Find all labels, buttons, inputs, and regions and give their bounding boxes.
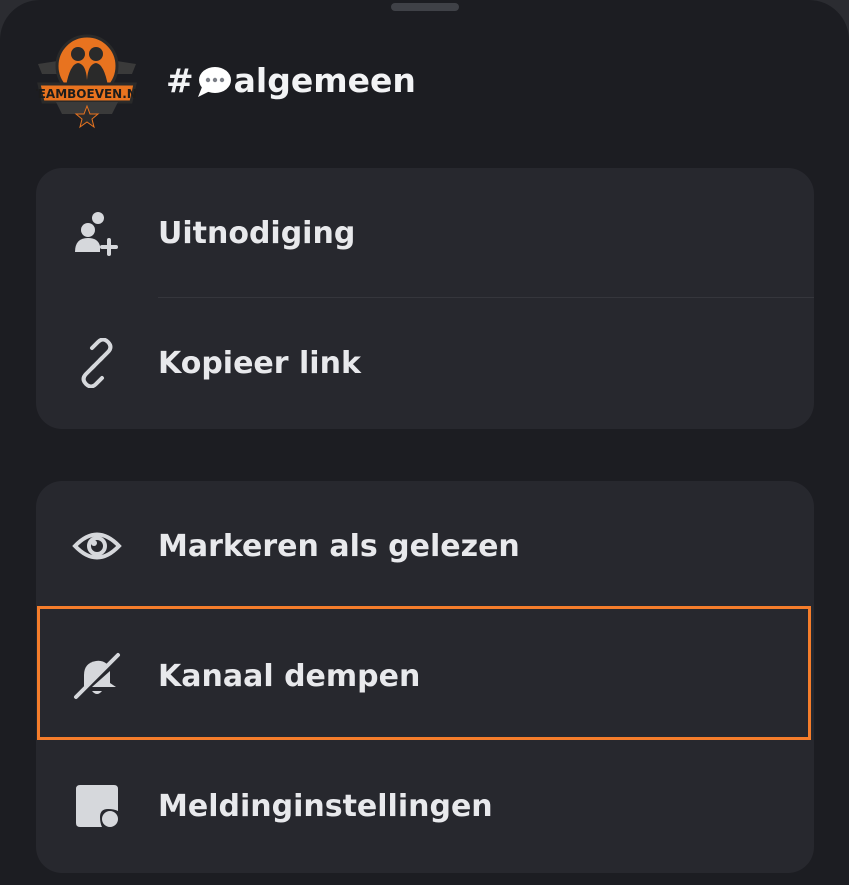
bottom-sheet: TEAMBOEVEN.NL # algemeen [0, 0, 849, 885]
svg-text:TEAMBOEVEN.NL: TEAMBOEVEN.NL [36, 87, 138, 101]
mute-channel-label: Kanaal dempen [158, 658, 421, 694]
bell-slash-icon [72, 651, 122, 701]
speech-bubble-icon [196, 65, 232, 99]
invite-label: Uitnodiging [158, 215, 356, 251]
add-friend-icon [72, 208, 122, 258]
invite-actions-group: Uitnodiging Kopieer link [36, 168, 814, 429]
copy-link-button[interactable]: Kopieer link [36, 298, 814, 428]
drag-handle[interactable] [391, 3, 459, 11]
channel-actions-group: Markeren als gelezen Kanaal dempen Meldi… [36, 481, 814, 873]
sheet-header: TEAMBOEVEN.NL # algemeen [30, 30, 416, 130]
channel-prefix: # [166, 60, 194, 100]
notification-settings-button[interactable]: Meldinginstellingen [36, 741, 814, 871]
channel-title: # algemeen [166, 61, 416, 100]
mute-channel-button[interactable]: Kanaal dempen [36, 611, 814, 741]
mark-as-read-button[interactable]: Markeren als gelezen [36, 481, 814, 611]
notification-settings-icon [72, 781, 122, 831]
notification-settings-label: Meldinginstellingen [158, 788, 493, 824]
channel-name: algemeen [233, 60, 416, 100]
server-logo: TEAMBOEVEN.NL [30, 30, 145, 130]
copy-link-label: Kopieer link [158, 345, 361, 381]
mark-as-read-label: Markeren als gelezen [158, 528, 520, 564]
link-icon [72, 338, 122, 388]
invite-button[interactable]: Uitnodiging [36, 168, 814, 298]
eye-icon [72, 521, 122, 571]
